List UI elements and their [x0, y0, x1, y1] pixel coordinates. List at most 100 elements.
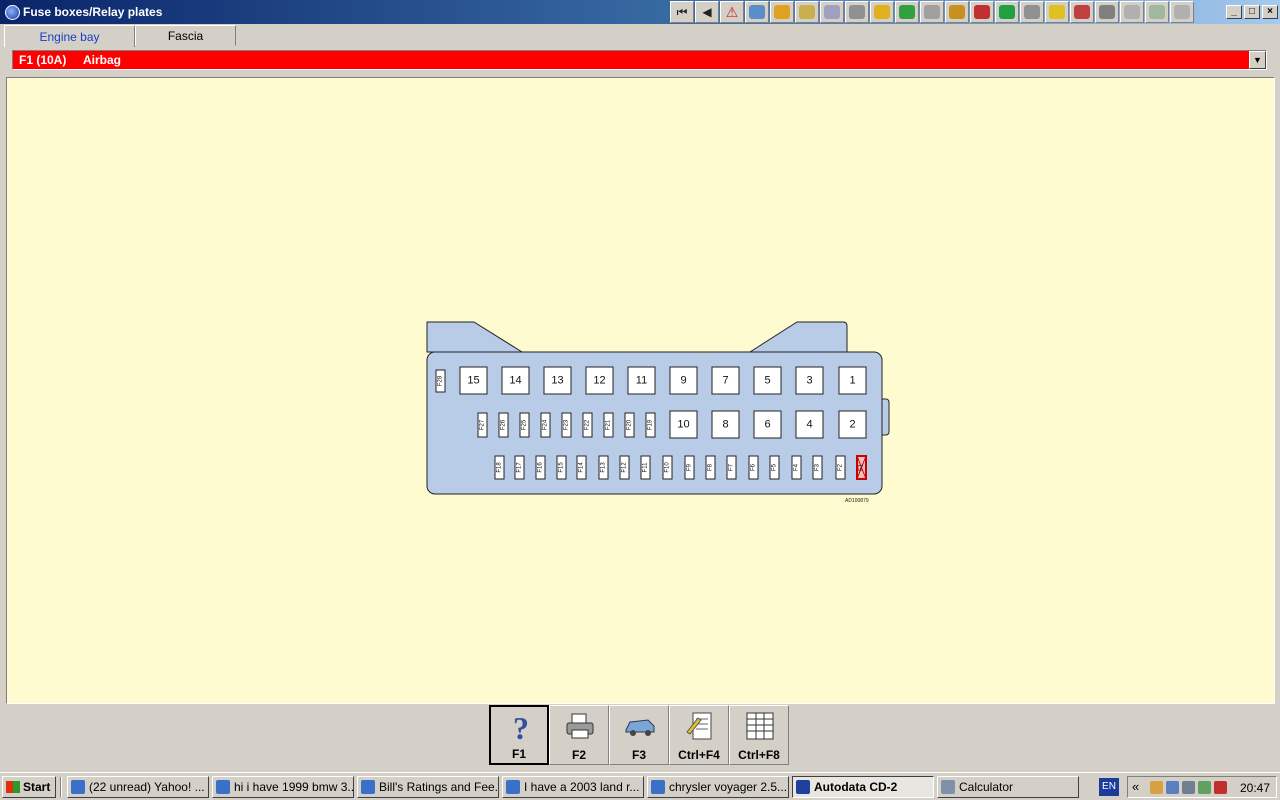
- tab-fascia[interactable]: Fascia: [135, 25, 236, 46]
- relay-label-9: 9: [680, 375, 686, 387]
- electrical-icon: [999, 5, 1015, 19]
- fuse-label-f17: F17: [517, 462, 523, 473]
- taskbar-item[interactable]: Bill's Ratings and Fee...: [357, 776, 499, 798]
- start-button[interactable]: Start: [2, 776, 56, 798]
- print-button-label: F2: [571, 748, 586, 762]
- engine-data-icon: [749, 5, 765, 19]
- window-controls: _ □ ×: [1224, 5, 1278, 19]
- taskbar-item-label: chrysler voyager 2.5...: [669, 780, 788, 794]
- airbag-button[interactable]: [1120, 1, 1144, 23]
- fuse-label-f22: F22: [585, 419, 591, 430]
- injection-icon: [974, 5, 990, 19]
- relay-button[interactable]: [895, 1, 919, 23]
- taskbar-item[interactable]: Calculator: [937, 776, 1079, 798]
- wiring-button[interactable]: [1145, 1, 1169, 23]
- taskbar-item[interactable]: I have a 2003 land r...: [502, 776, 644, 798]
- fuse-icon: [874, 5, 890, 19]
- network-icon[interactable]: [1166, 781, 1179, 794]
- relay-label-1: 1: [849, 375, 855, 387]
- fuse-side: F28: [435, 369, 446, 393]
- tab-engine-bay[interactable]: Engine bay: [4, 25, 135, 47]
- taskbar-item-label: Autodata CD-2: [814, 780, 898, 794]
- lamp-button[interactable]: [1095, 1, 1119, 23]
- ie-icon: [216, 780, 230, 794]
- selected-fuse-label: Airbag: [83, 53, 122, 67]
- fuse-label-f16: F16: [538, 462, 544, 473]
- taskbar-item-label: (22 unread) Yahoo! ...: [89, 780, 205, 794]
- vehicle-button[interactable]: F3: [609, 705, 669, 765]
- minimize-button[interactable]: _: [1226, 5, 1242, 19]
- fuse-label-f5: F5: [772, 463, 778, 471]
- table-button[interactable]: Ctrl+F8: [729, 705, 789, 765]
- spark-plug-button[interactable]: [795, 1, 819, 23]
- injection-button[interactable]: [970, 1, 994, 23]
- relay-label-12: 12: [593, 375, 605, 387]
- fuse-box-button[interactable]: [1170, 1, 1194, 23]
- maximize-button[interactable]: □: [1244, 5, 1260, 19]
- print-button[interactable]: F2: [549, 705, 609, 765]
- taskbar-item[interactable]: chrysler voyager 2.5...: [647, 776, 789, 798]
- ignition-button[interactable]: [770, 1, 794, 23]
- service-button[interactable]: [1070, 1, 1094, 23]
- windows-logo-icon: [6, 781, 20, 793]
- first-page-icon: ⏮: [676, 4, 688, 19]
- fuse-label-f1: F1: [859, 463, 865, 471]
- chevron-down-icon[interactable]: ▼: [1249, 51, 1266, 69]
- taskbar-separator: [60, 777, 62, 797]
- app-icon[interactable]: [5, 5, 20, 20]
- relay-label-14: 14: [509, 375, 521, 387]
- belt-icon: [1024, 5, 1040, 19]
- relay-icon: [899, 5, 915, 19]
- timing-button[interactable]: [820, 1, 844, 23]
- relay-label-11: 11: [636, 375, 647, 387]
- tool-button[interactable]: [945, 1, 969, 23]
- relay-label-15: 15: [467, 375, 479, 387]
- ie-icon: [506, 780, 520, 794]
- ie-icon: [361, 780, 375, 794]
- fault-code-button[interactable]: [1045, 1, 1069, 23]
- security-icon[interactable]: [1198, 781, 1211, 794]
- taskbar-item[interactable]: Autodata CD-2: [792, 776, 934, 798]
- close-button[interactable]: ×: [1262, 5, 1278, 19]
- fuse-selector-dropdown[interactable]: F1 (10A) Airbag ▼: [12, 50, 1267, 70]
- first-page-button[interactable]: ⏮: [670, 1, 694, 23]
- fuse-label-f28: F28: [438, 375, 444, 386]
- start-label: Start: [23, 780, 51, 794]
- fuse-label-f27: F27: [480, 419, 486, 430]
- vehicle-icon: [625, 719, 655, 736]
- taskbar-item-label: Calculator: [959, 780, 1014, 794]
- language-indicator[interactable]: EN: [1099, 778, 1119, 796]
- user-icon[interactable]: [1150, 781, 1163, 794]
- calculator-icon: [941, 780, 955, 794]
- electrical-button[interactable]: [995, 1, 1019, 23]
- relay-label-4: 4: [806, 419, 812, 431]
- tray-expand-button[interactable]: «: [1132, 779, 1139, 794]
- ie-icon: [71, 780, 85, 794]
- taskbar-item[interactable]: hi i have 1999 bmw 3...: [212, 776, 354, 798]
- window-title: Fuse boxes/Relay plates: [23, 5, 163, 19]
- taskbar-item-label: I have a 2003 land r...: [524, 780, 640, 794]
- fuse-label-f26: F26: [501, 419, 507, 430]
- fuse-label-f25: F25: [522, 419, 528, 430]
- relay-label-7: 7: [722, 375, 728, 387]
- belt-button[interactable]: [1020, 1, 1044, 23]
- notes-button-label: Ctrl+F4: [678, 748, 720, 762]
- relay-label-5: 5: [764, 375, 770, 387]
- brakes-button[interactable]: [920, 1, 944, 23]
- help-button[interactable]: ? F1: [489, 705, 549, 765]
- fuse-box-icon: [1174, 5, 1190, 19]
- table-icon: [746, 712, 774, 740]
- suspension-button[interactable]: [845, 1, 869, 23]
- fuse-button[interactable]: [870, 1, 894, 23]
- diagram-reference: AD100879: [845, 498, 869, 504]
- diagram-panel: 15 14 13 12 11 9 7 5 3 1 10 8 6 4 2 F27 F26 F25 F24 F23 F2…: [6, 77, 1275, 704]
- engine-data-button[interactable]: [745, 1, 769, 23]
- fuse-label-f6: F6: [751, 463, 757, 471]
- help-icon: ?: [513, 711, 529, 743]
- notes-button[interactable]: Ctrl+F4: [669, 705, 729, 765]
- taskbar-item[interactable]: (22 unread) Yahoo! ...: [67, 776, 209, 798]
- back-button[interactable]: ◀: [695, 1, 719, 23]
- warning-button[interactable]: ⚠: [720, 1, 744, 23]
- antivirus-icon[interactable]: [1214, 781, 1227, 794]
- volume-icon[interactable]: [1182, 781, 1195, 794]
